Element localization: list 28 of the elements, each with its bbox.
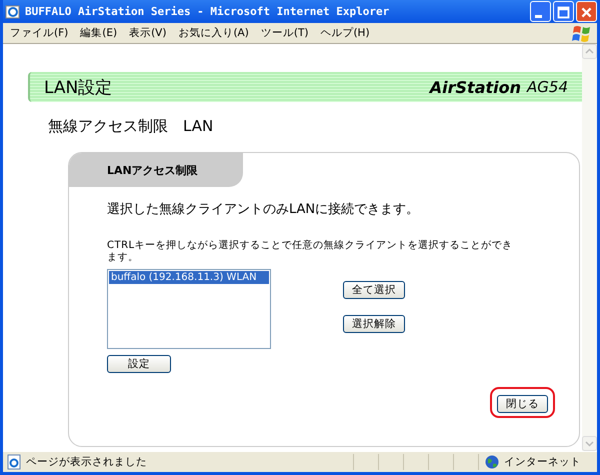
zone-label: インターネット [504,455,581,469]
logo: AirStation [430,78,522,96]
menu-item[interactable]: ファイル(F) [7,26,78,40]
maximize-button[interactable] [553,1,574,22]
close-button[interactable] [576,1,597,22]
apply-button[interactable]: 設定 [107,355,171,373]
window-title: BUFFALO AirStation Series - Microsoft Internet Explorer [25,5,390,18]
menu-item[interactable]: 編集(E) [77,26,126,40]
deselect-button[interactable]: 選択解除 [343,315,405,333]
client-listbox[interactable]: buffalo (192.168.11.3) WLAN [107,269,271,349]
windows-flag-icon [571,23,593,43]
minimize-icon [535,15,542,18]
page-title: LAN設定 [44,76,114,98]
select-all-button[interactable]: 全て選択 [343,281,405,299]
globe-icon [485,455,499,469]
menu-item[interactable]: お気に入り(A) [175,26,258,40]
close-page-button[interactable]: 閉じる [497,395,548,413]
menu-item[interactable]: ヘルプ(H) [317,26,379,40]
browser-icon [5,4,21,20]
minimize-button[interactable] [530,1,551,22]
menu-item[interactable]: ツール(T) [258,26,318,40]
model-logo: AG54 [527,78,568,96]
description-text: 選択した無線クライアントのみLANに接続できます。 [107,201,420,218]
menu-item[interactable]: 表示(V) [126,26,176,40]
section-heading: 無線アクセス制限 LAN [48,117,214,136]
hint-text: CTRLキーを押しながら選択することで任意の無線クライアントを選択することができます。 [107,240,514,263]
list-option[interactable]: buffalo (192.168.11.3) WLAN [109,271,269,284]
status-message: ページが表示されました [26,455,148,469]
